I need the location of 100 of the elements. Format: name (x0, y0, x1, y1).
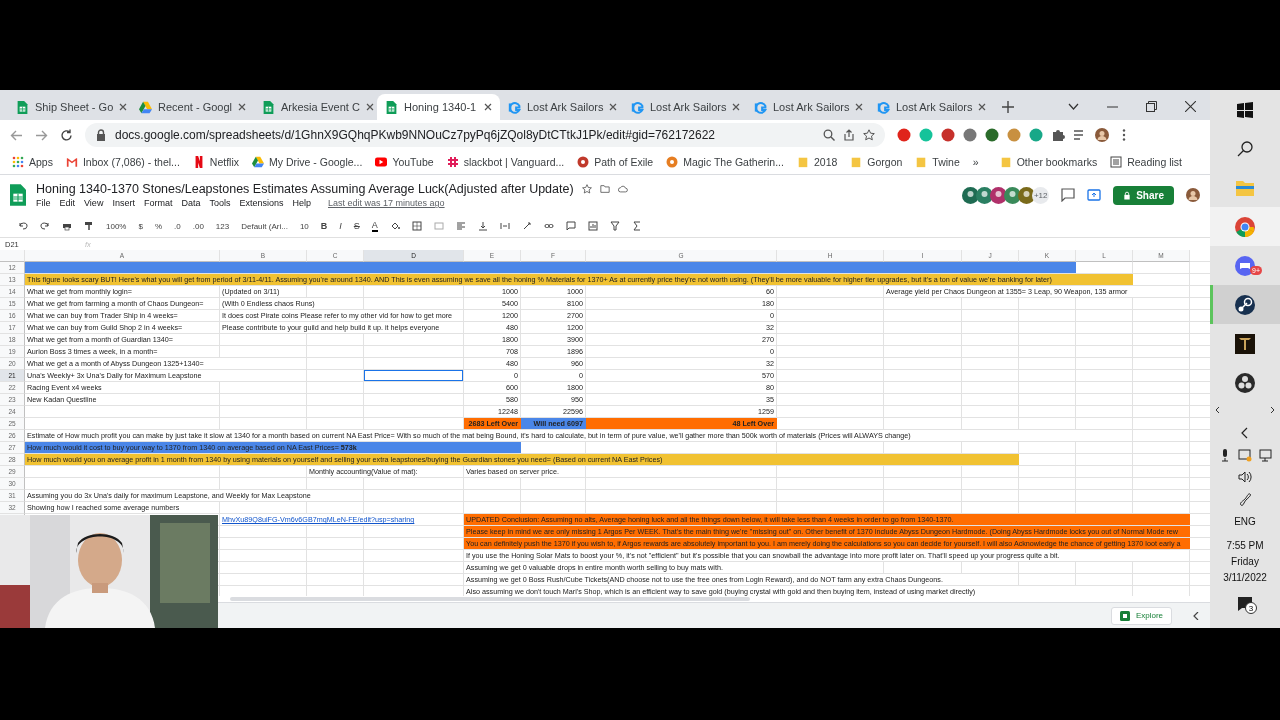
fill-color-icon[interactable] (389, 221, 400, 231)
bold-button[interactable]: B (320, 221, 328, 231)
screen-icon[interactable] (1238, 448, 1252, 462)
reload-icon[interactable] (60, 128, 73, 142)
forward-icon[interactable] (35, 128, 48, 142)
browser-tab[interactable]: Lost Ark Sailors (746, 94, 869, 120)
bookmark[interactable]: Twine (915, 156, 960, 168)
bookmark[interactable]: Netflix (192, 156, 239, 168)
bookmark[interactable]: YouTube (375, 156, 434, 168)
game-icon[interactable] (1234, 332, 1256, 355)
windows-icon[interactable] (1237, 101, 1253, 118)
browser-tab[interactable]: Ship Sheet - Go (8, 94, 131, 120)
steam-icon[interactable] (1234, 293, 1256, 316)
puzzle-icon[interactable] (1051, 128, 1065, 142)
redo-icon[interactable] (40, 221, 50, 231)
menu-item[interactable]: Tools (209, 198, 231, 208)
document-title[interactable]: Honing 1340-1370 Stones/Leapstones Estimates Assuming Average Luck(Adjusted after Update) (36, 182, 574, 196)
speaker-icon[interactable] (1238, 470, 1252, 484)
bookmark[interactable]: Inbox (7,086) - thel... (65, 156, 180, 168)
menu-item[interactable]: File (36, 198, 51, 208)
number-format-dropdown[interactable]: 123 (215, 221, 230, 231)
menu-item[interactable]: Format (143, 198, 173, 208)
sheets-icon[interactable] (10, 184, 26, 206)
browser-tab[interactable]: Lost Ark Sailors (623, 94, 746, 120)
extension-icon[interactable] (1007, 128, 1021, 142)
percent-button[interactable]: % (154, 221, 163, 231)
extension-icon[interactable] (985, 128, 999, 142)
extension-icon[interactable] (897, 128, 911, 142)
share-button[interactable]: Share (1113, 185, 1174, 205)
avatar-icon[interactable] (1095, 128, 1109, 142)
close-icon[interactable] (978, 103, 987, 111)
monitor-icon[interactable] (1258, 448, 1272, 462)
menu-item[interactable]: Extensions (239, 198, 284, 208)
selected-cell[interactable] (364, 370, 463, 381)
extension-icon[interactable] (963, 128, 977, 142)
italic-button[interactable]: I (339, 221, 342, 231)
chart-icon[interactable] (587, 221, 598, 231)
sigma-icon[interactable] (631, 221, 642, 231)
font-dropdown[interactable]: Default (Ari... (241, 221, 288, 231)
paint-format-icon[interactable] (84, 221, 94, 231)
currency-button[interactable]: $ (138, 221, 143, 231)
bookmark[interactable]: Reading list (1110, 156, 1183, 168)
browser-tab[interactable]: Honing 1340-1 (377, 94, 500, 120)
bookmark[interactable]: slackbot | Vanguard... (446, 156, 565, 168)
comment-icon[interactable] (1061, 188, 1076, 202)
plus-icon[interactable] (1002, 101, 1014, 113)
close-icon[interactable] (238, 103, 246, 111)
close-icon[interactable] (484, 103, 492, 111)
browser-tab[interactable]: Recent - Googl (131, 94, 254, 120)
avatar-icon[interactable] (1186, 188, 1200, 202)
menu-item[interactable]: Insert (112, 198, 135, 208)
decrease-decimal-button[interactable]: .0 (174, 221, 181, 231)
avatar-icon[interactable] (1018, 186, 1036, 204)
back-icon[interactable] (10, 128, 23, 142)
zoom-icon[interactable] (823, 129, 835, 141)
strikethrough-button[interactable]: S (353, 221, 360, 231)
chevron-left-icon[interactable] (1192, 611, 1200, 620)
close-icon[interactable] (855, 103, 864, 111)
browser-tab[interactable]: Lost Ark Sailors (500, 94, 623, 120)
chrome-icon[interactable] (1234, 215, 1256, 238)
close-icon[interactable] (609, 103, 618, 111)
borders-icon[interactable] (411, 221, 422, 231)
font-size-dropdown[interactable]: 10 (299, 221, 309, 231)
close-icon[interactable] (365, 103, 374, 111)
last-edit-link[interactable]: Last edit was 17 minutes ago (328, 198, 445, 208)
browser-tab[interactable]: Arkesia Event C (254, 94, 377, 120)
cloud-icon[interactable] (617, 184, 628, 194)
language-indicator[interactable]: ENG (1234, 514, 1256, 530)
bookmark[interactable]: Path of Exile (577, 156, 654, 168)
print-icon[interactable] (62, 221, 72, 231)
close-icon[interactable] (732, 103, 741, 111)
obs-icon[interactable] (1234, 371, 1256, 394)
star-icon[interactable] (863, 129, 875, 141)
vertical-align-icon[interactable] (477, 221, 488, 231)
browser-tab[interactable]: Lost Ark Sailors (869, 94, 992, 120)
chevron-down-icon[interactable] (1068, 101, 1079, 112)
extension-icon[interactable] (1029, 128, 1043, 142)
bookmark[interactable]: Magic The Gatherin... (666, 156, 784, 168)
present-icon[interactable] (1087, 188, 1102, 202)
undo-icon[interactable] (18, 221, 28, 231)
bookmark[interactable]: Apps (12, 156, 53, 168)
search-icon[interactable] (1237, 140, 1253, 157)
chevron-left-icon[interactable] (1215, 407, 1221, 413)
zoom-dropdown[interactable]: 100% (106, 221, 127, 231)
link-icon[interactable] (543, 221, 554, 231)
text-color-button[interactable]: A (371, 220, 378, 232)
bookmark[interactable]: Gorgon (850, 156, 903, 168)
folder-icon[interactable] (599, 184, 610, 194)
increase-decimal-button[interactable]: .00 (192, 221, 204, 231)
explore-button[interactable]: Explore (1110, 606, 1172, 625)
restore-icon[interactable] (1146, 101, 1157, 112)
bookmark[interactable]: Other bookmarks (999, 156, 1098, 168)
align-icon[interactable] (455, 221, 466, 231)
share-icon[interactable] (843, 129, 855, 141)
menu-item[interactable]: Help (292, 198, 311, 208)
star-icon[interactable] (581, 184, 592, 194)
collaborator-count[interactable]: +12 (1032, 186, 1050, 204)
filter-icon[interactable] (609, 221, 620, 231)
more-bookmarks[interactable]: » (972, 156, 979, 168)
bookmark[interactable]: 2018 (796, 156, 838, 168)
